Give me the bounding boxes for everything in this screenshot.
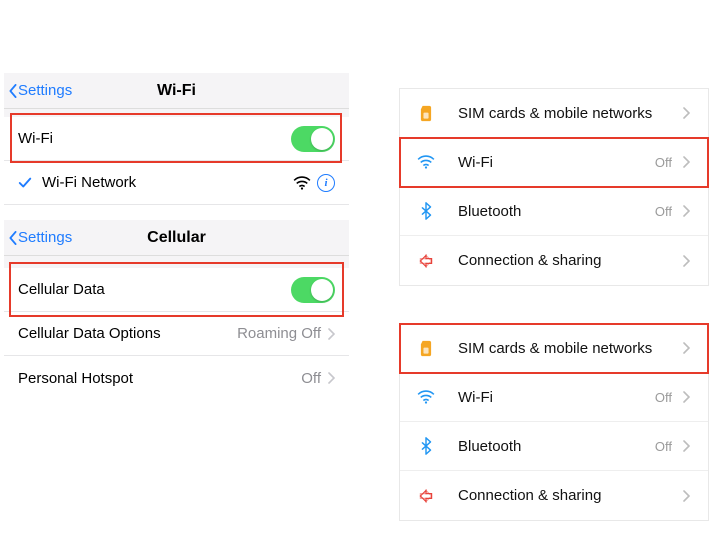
hotspot-label: Personal Hotspot	[18, 370, 133, 387]
wifi-toggle-label: Wi-Fi	[18, 130, 53, 147]
bluetooth-icon	[416, 436, 436, 456]
ios-cellular-panel: Settings Cellular Cellular Data Cellular…	[4, 220, 349, 400]
chevron-right-icon	[682, 255, 690, 267]
cellular-options-label: Cellular Data Options	[18, 325, 161, 342]
back-label: Settings	[18, 82, 72, 99]
list-item-label: Wi-Fi	[458, 389, 655, 406]
list-item-status: Off	[655, 155, 672, 170]
list-item-label: SIM cards & mobile networks	[458, 340, 682, 357]
list-item-status: Off	[655, 204, 672, 219]
wifi-icon	[416, 387, 436, 407]
list-item-label: Bluetooth	[458, 203, 655, 220]
list-item-label: Wi-Fi	[458, 154, 655, 171]
hotspot-status: Off	[301, 370, 321, 387]
wifi-signal-icon	[293, 176, 311, 190]
list-item-label: Connection & sharing	[458, 252, 682, 269]
wifi-toggle-row: Wi-Fi	[4, 117, 349, 161]
cellular-data-toggle[interactable]	[291, 277, 335, 303]
chevron-right-icon	[682, 342, 690, 354]
checkmark-icon	[18, 176, 32, 190]
bluetooth-icon	[416, 201, 436, 221]
sim-cards-row[interactable]: SIM cards & mobile networks	[400, 89, 708, 138]
list-item-status: Off	[655, 439, 672, 454]
connection-sharing-row[interactable]: Connection & sharing	[400, 236, 708, 285]
ios-wifi-panel: Settings Wi-Fi Wi-Fi Wi-Fi Network i	[4, 73, 349, 205]
wifi-toggle[interactable]	[291, 126, 335, 152]
back-label: Settings	[18, 229, 72, 246]
bluetooth-row[interactable]: Bluetooth Off	[400, 187, 708, 236]
back-button[interactable]: Settings	[4, 229, 72, 246]
wifi-row[interactable]: Wi-Fi Off	[400, 373, 708, 422]
chevron-right-icon	[682, 391, 690, 403]
sim-card-icon	[416, 338, 436, 358]
cellular-data-row: Cellular Data	[4, 268, 349, 312]
chevron-right-icon	[327, 372, 335, 384]
cellular-data-label: Cellular Data	[18, 281, 105, 298]
wifi-network-name: Wi-Fi Network	[42, 174, 136, 191]
page-title: Cellular	[147, 229, 206, 247]
connection-sharing-icon	[416, 251, 436, 271]
cellular-data-options-row[interactable]: Cellular Data Options Roaming Off	[4, 312, 349, 356]
cellular-options-status: Roaming Off	[237, 325, 321, 342]
list-item-label: SIM cards & mobile networks	[458, 105, 682, 122]
ios-cellular-header: Settings Cellular	[4, 220, 349, 256]
chevron-right-icon	[682, 490, 690, 502]
connection-sharing-row[interactable]: Connection & sharing	[400, 471, 708, 520]
list-item-status: Off	[655, 390, 672, 405]
wifi-row[interactable]: Wi-Fi Off	[400, 138, 708, 187]
chevron-right-icon	[682, 440, 690, 452]
list-item-label: Connection & sharing	[458, 487, 682, 504]
wifi-network-row[interactable]: Wi-Fi Network i	[4, 161, 349, 205]
chevron-right-icon	[682, 156, 690, 168]
personal-hotspot-row[interactable]: Personal Hotspot Off	[4, 356, 349, 400]
android-settings-panel-top: SIM cards & mobile networks Wi-Fi Off Bl…	[399, 88, 709, 286]
info-icon[interactable]: i	[317, 174, 335, 192]
sim-cards-row[interactable]: SIM cards & mobile networks	[400, 324, 708, 373]
list-item-label: Bluetooth	[458, 438, 655, 455]
chevron-right-icon	[327, 328, 335, 340]
chevron-right-icon	[682, 107, 690, 119]
connection-sharing-icon	[416, 486, 436, 506]
back-button[interactable]: Settings	[4, 82, 72, 99]
android-settings-panel-bottom: SIM cards & mobile networks Wi-Fi Off Bl…	[399, 323, 709, 521]
wifi-icon	[416, 152, 436, 172]
ios-wifi-header: Settings Wi-Fi	[4, 73, 349, 109]
chevron-right-icon	[682, 205, 690, 217]
bluetooth-row[interactable]: Bluetooth Off	[400, 422, 708, 471]
sim-card-icon	[416, 103, 436, 123]
page-title: Wi-Fi	[157, 82, 196, 100]
